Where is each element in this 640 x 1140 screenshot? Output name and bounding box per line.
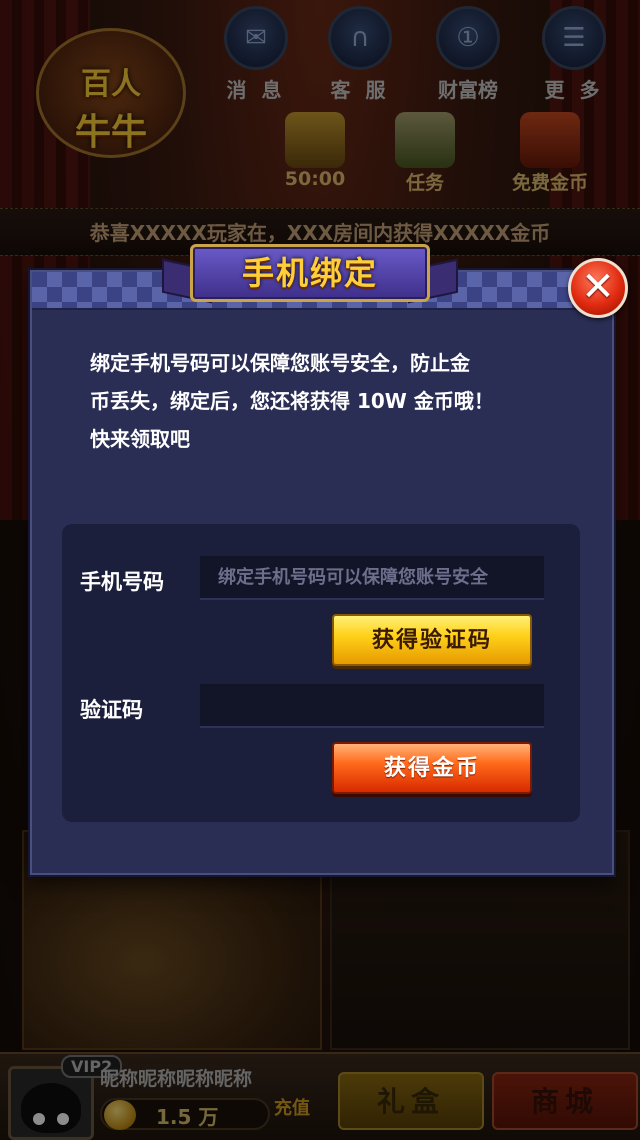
close-icon: ✕ xyxy=(581,264,615,310)
get-code-button[interactable]: 获得验证码 xyxy=(332,614,532,666)
dialog-title: 手机绑定 xyxy=(241,254,378,292)
dialog-title-plate: 手机绑定 xyxy=(190,244,430,302)
close-button[interactable]: ✕ xyxy=(568,258,628,318)
code-label: 验证码 xyxy=(80,698,143,722)
intro-line: 绑定手机号码可以保障您账号安全，防止金 xyxy=(90,351,470,375)
intro-line: 币丢失，绑定后，您还将获得 10W 金币哦！ xyxy=(90,389,494,413)
phone-label: 手机号码 xyxy=(80,570,164,594)
verification-code-input[interactable] xyxy=(200,684,544,728)
dialog-title-ribbon: 手机绑定 xyxy=(162,244,458,306)
phone-number-input[interactable] xyxy=(200,556,544,600)
dialog-intro-text: 绑定手机号码可以保障您账号安全，防止金 币丢失，绑定后，您还将获得 10W 金币… xyxy=(90,344,570,458)
get-coins-button[interactable]: 获得金币 xyxy=(332,742,532,794)
intro-line: 快来领取吧 xyxy=(90,427,190,451)
